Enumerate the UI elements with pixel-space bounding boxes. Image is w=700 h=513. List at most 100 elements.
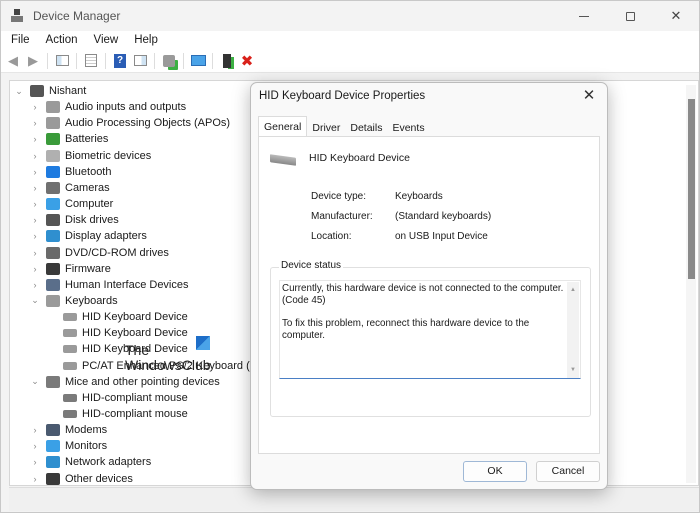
tree-item-label: Network adapters bbox=[65, 456, 152, 469]
menu-action[interactable]: Action bbox=[39, 31, 85, 49]
tree-item-label: Monitors bbox=[65, 440, 108, 453]
tab-driver[interactable]: Driver bbox=[307, 119, 345, 137]
uninstall-device-icon: ✖ bbox=[240, 52, 254, 70]
tree-category[interactable]: › Audio Processing Objects (APOs) bbox=[30, 115, 230, 131]
scroll-up-icon[interactable]: ▲ bbox=[567, 284, 579, 296]
close-icon: ✕ bbox=[582, 87, 596, 104]
action-pane-button[interactable] bbox=[132, 53, 148, 69]
chevron-right-icon[interactable]: › bbox=[30, 425, 40, 435]
device-type-value: Keyboards bbox=[395, 191, 443, 202]
back-button[interactable]: ◀ bbox=[5, 53, 21, 69]
vertical-scrollbar[interactable] bbox=[686, 85, 696, 483]
show-hide-console-tree-button[interactable] bbox=[54, 53, 70, 69]
tree-root[interactable]: ⌄ Nishant bbox=[14, 83, 86, 99]
device-icon bbox=[46, 165, 60, 178]
action-pane-icon bbox=[133, 55, 147, 66]
tree-category[interactable]: › DVD/CD-ROM drives bbox=[30, 245, 169, 261]
chevron-right-icon[interactable]: › bbox=[30, 248, 40, 258]
chevron-right-icon[interactable]: › bbox=[30, 280, 40, 290]
close-button[interactable]: ✕ bbox=[653, 1, 699, 31]
chevron-right-icon[interactable]: › bbox=[30, 151, 40, 161]
scan-hardware-button[interactable] bbox=[190, 53, 206, 69]
chevron-down-icon[interactable]: ⌄ bbox=[14, 86, 24, 97]
menu-view[interactable]: View bbox=[87, 31, 126, 49]
chevron-right-icon[interactable]: › bbox=[30, 215, 40, 225]
tree-category[interactable]: › Batteries bbox=[30, 131, 108, 147]
scrollbar-thumb[interactable] bbox=[688, 99, 695, 279]
back-arrow-icon: ◀ bbox=[8, 52, 18, 68]
tree-category[interactable]: ⌄ Keyboards bbox=[30, 293, 118, 309]
tree-category[interactable]: › Monitors bbox=[30, 438, 107, 454]
chevron-right-icon[interactable]: › bbox=[30, 441, 40, 451]
tree-category[interactable]: › Audio inputs and outputs bbox=[30, 99, 186, 115]
enable-device-button[interactable] bbox=[219, 53, 235, 69]
tree-item-label: HID Keyboard Device bbox=[82, 327, 188, 340]
menu-help[interactable]: Help bbox=[127, 31, 165, 49]
device-icon bbox=[63, 393, 77, 402]
watermark-logo-icon bbox=[196, 336, 210, 350]
chevron-right-icon[interactable]: › bbox=[30, 199, 40, 209]
chevron-right-icon[interactable]: › bbox=[30, 231, 40, 241]
chevron-right-icon[interactable]: › bbox=[30, 102, 40, 112]
chevron-down-icon[interactable]: ⌄ bbox=[30, 376, 40, 387]
forward-button[interactable]: ▶ bbox=[25, 53, 41, 69]
manufacturer-label: Manufacturer: bbox=[311, 211, 373, 222]
chevron-right-icon[interactable]: › bbox=[30, 118, 40, 128]
dialog-tabs: General Driver Details Events bbox=[258, 115, 430, 137]
tab-details[interactable]: Details bbox=[345, 119, 387, 137]
menu-file[interactable]: File bbox=[4, 31, 37, 49]
window-title: Device Manager bbox=[33, 9, 121, 23]
chevron-right-icon[interactable]: › bbox=[30, 457, 40, 467]
tree-category[interactable]: › Human Interface Devices bbox=[30, 277, 189, 293]
tree-category[interactable]: › Display adapters bbox=[30, 228, 147, 244]
tree-category[interactable]: ⌄ Mice and other pointing devices bbox=[30, 374, 220, 390]
tree-category[interactable]: › Bluetooth bbox=[30, 164, 111, 180]
help-button[interactable]: ? bbox=[112, 53, 128, 69]
device-icon bbox=[30, 85, 44, 97]
tree-device[interactable]: HID-compliant mouse bbox=[63, 406, 188, 422]
properties-button[interactable] bbox=[83, 53, 99, 69]
device-manager-icon bbox=[11, 9, 25, 23]
device-icon bbox=[46, 456, 60, 469]
uninstall-device-button[interactable]: ✖ bbox=[239, 52, 255, 70]
tree-category[interactable]: › Other devices bbox=[30, 471, 133, 485]
chevron-right-icon[interactable]: › bbox=[30, 134, 40, 144]
chevron-right-icon[interactable]: › bbox=[30, 264, 40, 274]
minimize-button[interactable] bbox=[561, 1, 607, 31]
device-icon bbox=[46, 214, 60, 227]
device-type-label: Device type: bbox=[311, 191, 367, 202]
update-driver-icon bbox=[163, 54, 175, 67]
tree-device[interactable]: HID Keyboard Device bbox=[63, 325, 188, 341]
properties-sheet-icon bbox=[85, 54, 97, 67]
dialog-close-button[interactable]: ✕ bbox=[579, 86, 599, 106]
forward-arrow-icon: ▶ bbox=[28, 52, 38, 68]
chevron-right-icon[interactable]: › bbox=[30, 167, 40, 177]
tree-category[interactable]: › Biometric devices bbox=[30, 148, 151, 164]
chevron-down-icon[interactable]: ⌄ bbox=[30, 295, 40, 306]
tree-category[interactable]: › Disk drives bbox=[30, 212, 119, 228]
cancel-button[interactable]: Cancel bbox=[536, 461, 600, 482]
manufacturer-value: (Standard keyboards) bbox=[395, 211, 492, 222]
tree-device[interactable]: HID Keyboard Device bbox=[63, 309, 188, 325]
tree-category[interactable]: › Computer bbox=[30, 196, 113, 212]
tab-general[interactable]: General bbox=[258, 116, 308, 137]
status-scrollbar[interactable]: ▲ ▼ bbox=[567, 282, 579, 378]
tree-category[interactable]: › Firmware bbox=[30, 261, 111, 277]
chevron-right-icon[interactable]: › bbox=[30, 474, 40, 484]
device-icon bbox=[46, 133, 60, 146]
scroll-down-icon[interactable]: ▼ bbox=[567, 364, 579, 376]
tree-item-label: Other devices bbox=[65, 472, 133, 485]
device-icon bbox=[63, 361, 77, 370]
device-icon bbox=[46, 424, 60, 437]
tab-events[interactable]: Events bbox=[387, 119, 429, 137]
chevron-right-icon[interactable]: › bbox=[30, 183, 40, 193]
tree-device[interactable]: HID-compliant mouse bbox=[63, 390, 188, 406]
ok-button[interactable]: OK bbox=[463, 461, 527, 482]
toolbar-separator bbox=[76, 52, 77, 69]
maximize-button[interactable] bbox=[607, 1, 653, 31]
tree-category[interactable]: › Network adapters bbox=[30, 454, 151, 470]
tree-category[interactable]: › Cameras bbox=[30, 180, 110, 196]
tree-category[interactable]: › Modems bbox=[30, 422, 107, 438]
update-driver-button[interactable] bbox=[161, 53, 177, 69]
device-status-textbox[interactable]: Currently, this hardware device is not c… bbox=[279, 280, 581, 379]
